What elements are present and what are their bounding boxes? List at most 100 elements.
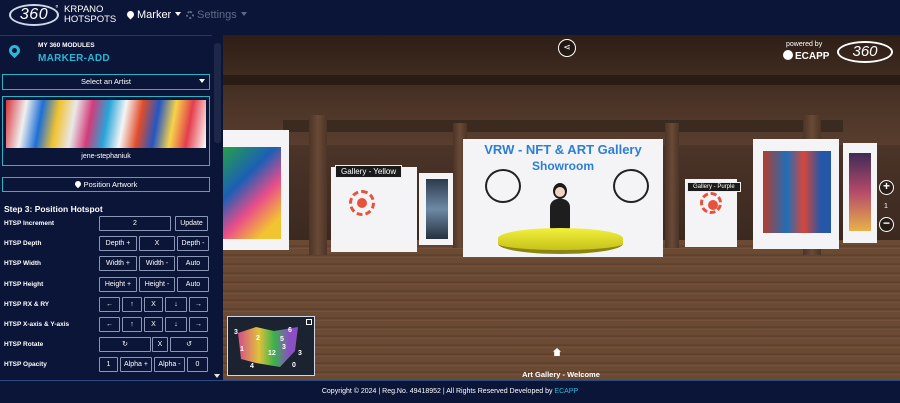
viewer-logo-text: 360 <box>852 43 878 60</box>
hotspot-marker[interactable] <box>700 192 722 214</box>
map-pin-icon <box>73 179 82 189</box>
gallery-yellow-sign[interactable]: Gallery - Yellow <box>335 165 403 178</box>
control-button[interactable]: ↑ <box>122 317 142 332</box>
floor-plan-minimap[interactable]: 3 2 6 5 1 3 12 3 4 0 <box>227 316 315 376</box>
control-button[interactable]: Depth + <box>99 236 137 252</box>
viewer-360-logo[interactable]: 360 <box>837 41 893 63</box>
control-button[interactable]: Height - <box>139 276 175 292</box>
scroll-down-arrow-icon[interactable] <box>214 374 220 378</box>
control-row: HTSP Height Height + Height - Auto <box>0 276 212 293</box>
control-button[interactable]: Update <box>175 216 208 231</box>
brand-name: KRPANO HOTSPOTS <box>64 5 116 25</box>
increment-input[interactable]: 2 <box>99 216 171 231</box>
nav-marker-menu[interactable]: Marker <box>125 9 182 21</box>
module-header: MY 360 MODULES MARKER-ADD <box>0 36 212 70</box>
minimap-area-label[interactable]: 6 <box>288 327 292 334</box>
top-navbar: 360 ° KRPANO HOTSPOTS Marker Settings <box>0 0 900 34</box>
control-row-label: HTSP RX & RY <box>4 300 50 308</box>
panorama-viewer[interactable]: Gallery - Yellow VRW - NFT & ART Gallery… <box>223 35 900 380</box>
control-button[interactable]: Width - <box>139 256 175 272</box>
powered-by-label: powered by <box>786 41 823 48</box>
control-button[interactable]: ↑ <box>122 296 142 312</box>
control-button[interactable]: ↓ <box>165 296 187 312</box>
developer-link[interactable]: ECAPP <box>554 388 578 395</box>
receptionist-avatar[interactable] <box>548 183 572 229</box>
minimap-area-label[interactable]: 3 <box>298 350 302 357</box>
minimap-area-label[interactable]: 5 <box>280 336 284 343</box>
control-row: HTSP Width Width + Width - Auto <box>0 256 212 272</box>
minimap-expand-icon[interactable] <box>306 319 312 325</box>
copyright-text: Copyright © 2024 | Reg.No. 49418952 | Al… <box>321 388 555 395</box>
ecapp-icon <box>783 50 793 60</box>
sidebar-scrollbar[interactable] <box>212 35 223 380</box>
nav-settings-menu[interactable]: Settings <box>186 9 247 21</box>
artwork-doors[interactable] <box>763 151 831 233</box>
gear-icon <box>186 11 194 19</box>
share-icon: ⋖ <box>563 42 571 52</box>
control-row-label: HTSP Height <box>4 280 44 288</box>
position-artwork-button[interactable]: Position Artwork <box>2 177 210 192</box>
control-button[interactable]: ← <box>99 317 120 332</box>
chevron-down-icon <box>175 12 182 16</box>
control-button[interactable]: ↻ <box>99 337 151 353</box>
control-button[interactable]: X <box>152 337 168 353</box>
control-button[interactable]: → <box>189 317 208 332</box>
control-button[interactable]: Depth - <box>177 236 209 252</box>
control-button[interactable]: ↓ <box>165 317 187 332</box>
control-button[interactable]: Height + <box>99 276 137 292</box>
control-button[interactable]: Width + <box>99 256 137 272</box>
sidebar-panel: MY 360 MODULES MARKER-ADD Select an Arti… <box>0 35 212 380</box>
app-logo[interactable]: 360 ° <box>9 4 59 26</box>
artist-card[interactable]: jene-stephaniuk <box>2 96 210 166</box>
control-button[interactable]: Alpha + <box>120 357 152 373</box>
artist-select-value: Select an Artist <box>80 77 132 86</box>
pillar <box>665 123 679 248</box>
minimap-area-label[interactable]: 12 <box>268 350 276 357</box>
minimap-area-label[interactable]: 2 <box>256 335 260 342</box>
minimap-area-label[interactable]: 3 <box>234 329 238 336</box>
position-artwork-label: Position Artwork <box>83 180 138 189</box>
minimap-area-label[interactable]: 1 <box>240 346 244 353</box>
artwork-small[interactable] <box>426 179 448 239</box>
control-button[interactable]: → <box>189 296 208 312</box>
scrollbar-thumb[interactable] <box>214 43 221 143</box>
control-button[interactable]: Auto <box>177 256 209 272</box>
control-row-label: HTSP Width <box>4 260 42 268</box>
artist-select[interactable]: Select an Artist <box>2 74 210 90</box>
reception-desk <box>498 228 623 254</box>
logo-text: 360 <box>19 6 49 23</box>
control-button[interactable]: 1 <box>99 357 118 373</box>
control-row: HTSP Rotate ↻ X ↺ <box>0 337 212 353</box>
control-button[interactable]: Alpha - <box>154 357 185 373</box>
share-button[interactable]: ⋖ <box>558 39 576 57</box>
control-button[interactable]: Auto <box>177 276 209 292</box>
ecapp-label: ECAPP <box>795 51 830 62</box>
control-row: HTSP Increment 2 Update <box>0 216 212 232</box>
map-pin-icon <box>125 9 136 20</box>
showroom-title: VRW - NFT & ART Gallery <box>484 142 642 157</box>
control-button[interactable]: 0 <box>187 357 208 373</box>
hotspot-marker[interactable] <box>349 190 375 216</box>
chevron-down-icon <box>199 79 205 83</box>
control-button[interactable]: X <box>139 236 175 252</box>
minimap-area-label[interactable]: 0 <box>292 362 296 369</box>
control-button[interactable]: X <box>144 296 163 312</box>
zoom-out-button[interactable]: − <box>879 217 894 232</box>
control-button[interactable]: X <box>144 317 163 332</box>
artwork-edge[interactable] <box>849 153 871 231</box>
gallery-purple-sign[interactable]: Gallery - Purple <box>687 182 741 192</box>
wooden-floor <box>223 240 900 380</box>
ecapp-logo[interactable]: ECAPP <box>783 50 829 62</box>
control-row: HTSP RX & RY ← ↑ X ↓ → <box>0 296 212 313</box>
control-button[interactable]: ↺ <box>170 337 208 353</box>
control-row: HTSP X-axis & Y-axis ← ↑ X ↓ → <box>0 317 212 333</box>
control-button[interactable]: ← <box>99 296 120 312</box>
control-row: HTSP Depth Depth + X Depth - <box>0 236 212 252</box>
brand-line-2: HOTSPOTS <box>64 14 117 25</box>
artist-thumbnail[interactable] <box>6 100 206 148</box>
zoom-in-button[interactable]: + <box>879 180 894 195</box>
footer: Copyright © 2024 | Reg.No. 49418952 | Al… <box>0 380 900 403</box>
artwork-left[interactable] <box>223 147 281 239</box>
minimap-area-label[interactable]: 4 <box>250 363 254 370</box>
minimap-area-label[interactable]: 3 <box>282 344 286 351</box>
